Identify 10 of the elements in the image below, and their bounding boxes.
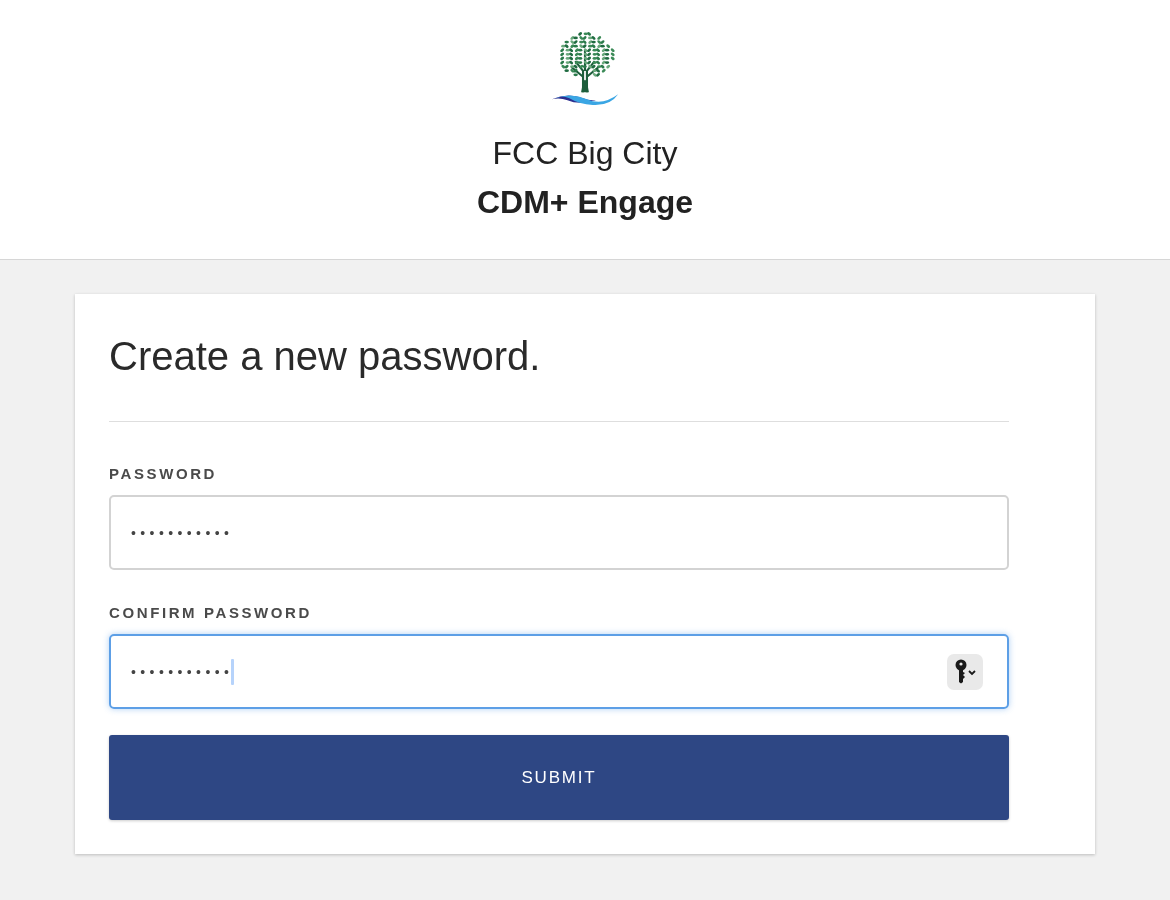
submit-button[interactable]: SUBMIT xyxy=(109,735,1009,820)
organization-name: FCC Big City xyxy=(492,135,678,171)
form-title: Create a new password. xyxy=(109,333,542,379)
field-label: CONFIRM PASSWORD xyxy=(109,604,313,622)
field-label: PASSWORD xyxy=(109,465,219,483)
password-field[interactable]: ••••••••••• xyxy=(109,495,1009,570)
key-icon[interactable] xyxy=(947,653,983,690)
text-cursor-icon xyxy=(231,658,235,685)
password-field[interactable]: ••••••••••• xyxy=(109,634,1009,709)
app-name: CDM+ Engage xyxy=(477,184,693,220)
